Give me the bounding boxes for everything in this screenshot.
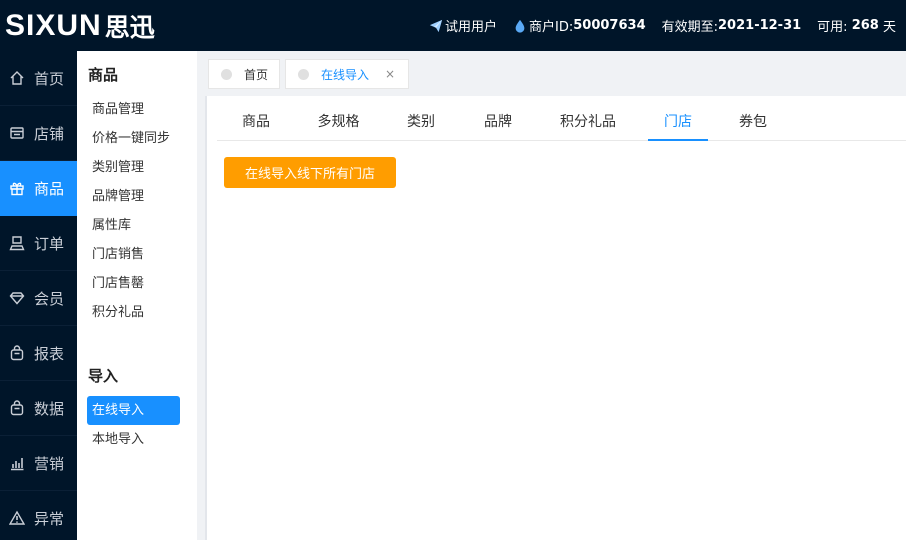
submenu-item-price-sync[interactable]: 价格一键同步	[77, 124, 197, 153]
nav-item-marketing[interactable]: 营销	[0, 436, 77, 491]
merchant-id-label: 商户ID:	[529, 20, 574, 35]
submenu-section-import: 导入	[88, 367, 119, 385]
available-label: 可用:	[817, 20, 848, 35]
tab-status-dot	[221, 68, 232, 80]
tab-points-gifts[interactable]: 积分礼品	[559, 110, 617, 141]
sub-menu: 商品 商品管理 价格一键同步 类别管理 品牌管理 属性库 门店销售 门店售罄 积…	[77, 51, 197, 540]
nav-label: 营销	[34, 454, 65, 473]
tab-multi-spec[interactable]: 多规格	[316, 110, 361, 141]
submenu-item-local-import[interactable]: 本地导入	[77, 425, 197, 454]
bag-icon	[10, 345, 24, 361]
diamond-icon	[9, 292, 25, 305]
submenu-item-online-import[interactable]: 在线导入	[87, 396, 180, 425]
home-icon	[10, 71, 24, 85]
page-tab-bar: 首页 在线导入 ×	[197, 51, 906, 96]
expiry: 有效期至: 2021-12-31	[662, 16, 802, 35]
available-days-value: 268	[851, 18, 879, 33]
page-tab-label: 在线导入	[321, 67, 370, 82]
nav-label: 数据	[34, 399, 65, 418]
nav-label: 会员	[34, 289, 65, 308]
drop-icon	[515, 19, 525, 33]
bar-chart-icon	[11, 458, 24, 471]
account-info: 试用用户 商户ID: 50007634 有效期至: 2021-12-31 可用: 2…	[413, 0, 896, 51]
gift-icon	[10, 182, 24, 196]
printer-icon	[9, 236, 25, 251]
nav-item-reports[interactable]: 报表	[0, 326, 77, 381]
submenu-list-import: 在线导入 本地导入	[77, 396, 197, 454]
submenu-item-attribute-lib[interactable]: 属性库	[77, 211, 197, 240]
tab-stores[interactable]: 门店	[648, 110, 708, 141]
submenu-item-store-soldout[interactable]: 门店售罄	[77, 269, 197, 298]
trial-user[interactable]: 试用用户	[429, 16, 497, 35]
nav-label: 店铺	[34, 124, 65, 143]
expiry-date: 2021-12-31	[718, 18, 802, 33]
close-icon[interactable]: ×	[385, 67, 395, 81]
brand-latin: SIXUN	[5, 9, 102, 42]
nav-item-members[interactable]: 会员	[0, 271, 77, 326]
nav-item-orders[interactable]: 订单	[0, 216, 77, 271]
nav-item-data[interactable]: 数据	[0, 381, 77, 436]
main-content: 商品 多规格 类别 品牌 积分礼品 门店 券包 在线导入线下所有门店	[205, 96, 906, 540]
tab-category[interactable]: 类别	[406, 110, 436, 141]
brand-logo[interactable]: SIXUN 思迅	[5, 9, 155, 43]
nav-label: 首页	[34, 69, 65, 88]
submenu-section-goods: 商品	[88, 66, 119, 84]
nav-label: 报表	[34, 344, 65, 363]
tab-goods[interactable]: 商品	[241, 110, 271, 141]
store-icon	[10, 127, 24, 139]
bag-icon	[10, 400, 24, 416]
submenu-item-category-manage[interactable]: 类别管理	[77, 153, 197, 182]
nav-item-store[interactable]: 店铺	[0, 106, 77, 161]
paper-plane-icon	[429, 19, 443, 32]
tab-status-dot	[298, 68, 309, 80]
merchant-id: 商户ID: 50007634	[513, 16, 646, 35]
page-tab-online-import[interactable]: 在线导入 ×	[285, 59, 409, 89]
main-nav: 首页 店铺 商品 订单 会员 报表 数据 营销 异常	[0, 51, 77, 540]
import-type-tabs: 商品 多规格 类别 品牌 积分礼品 门店 券包	[217, 110, 906, 141]
submenu-item-store-sales[interactable]: 门店销售	[77, 240, 197, 269]
nav-item-exceptions[interactable]: 异常	[0, 491, 77, 540]
tab-coupon-pack[interactable]: 券包	[738, 110, 768, 141]
submenu-item-points-gifts[interactable]: 积分礼品	[77, 298, 197, 327]
merchant-id-value: 50007634	[573, 18, 646, 33]
submenu-list-goods: 商品管理 价格一键同步 类别管理 品牌管理 属性库 门店销售 门店售罄 积分礼品	[77, 95, 197, 327]
page-tab-home[interactable]: 首页	[208, 59, 280, 89]
nav-label: 异常	[34, 509, 65, 528]
top-header: SIXUN 思迅 试用用户 商户ID: 50007634 有效期至: 2021-12…	[0, 0, 906, 51]
nav-label: 订单	[34, 234, 65, 253]
import-all-stores-button[interactable]: 在线导入线下所有门店	[224, 157, 396, 188]
days-unit: 天	[882, 20, 896, 35]
nav-item-home[interactable]: 首页	[0, 51, 77, 106]
submenu-item-brand-manage[interactable]: 品牌管理	[77, 182, 197, 211]
nav-label: 商品	[34, 179, 65, 198]
brand-cn: 思迅	[104, 13, 155, 42]
available-days: 可用: 268 天	[817, 16, 896, 35]
submenu-item-goods-manage[interactable]: 商品管理	[77, 95, 197, 124]
page-tab-label: 首页	[244, 67, 269, 82]
tab-brand[interactable]: 品牌	[483, 110, 513, 141]
expiry-label: 有效期至:	[661, 20, 719, 35]
nav-item-goods[interactable]: 商品	[0, 161, 77, 216]
trial-user-label: 试用用户	[445, 20, 498, 35]
warning-icon	[9, 510, 25, 525]
